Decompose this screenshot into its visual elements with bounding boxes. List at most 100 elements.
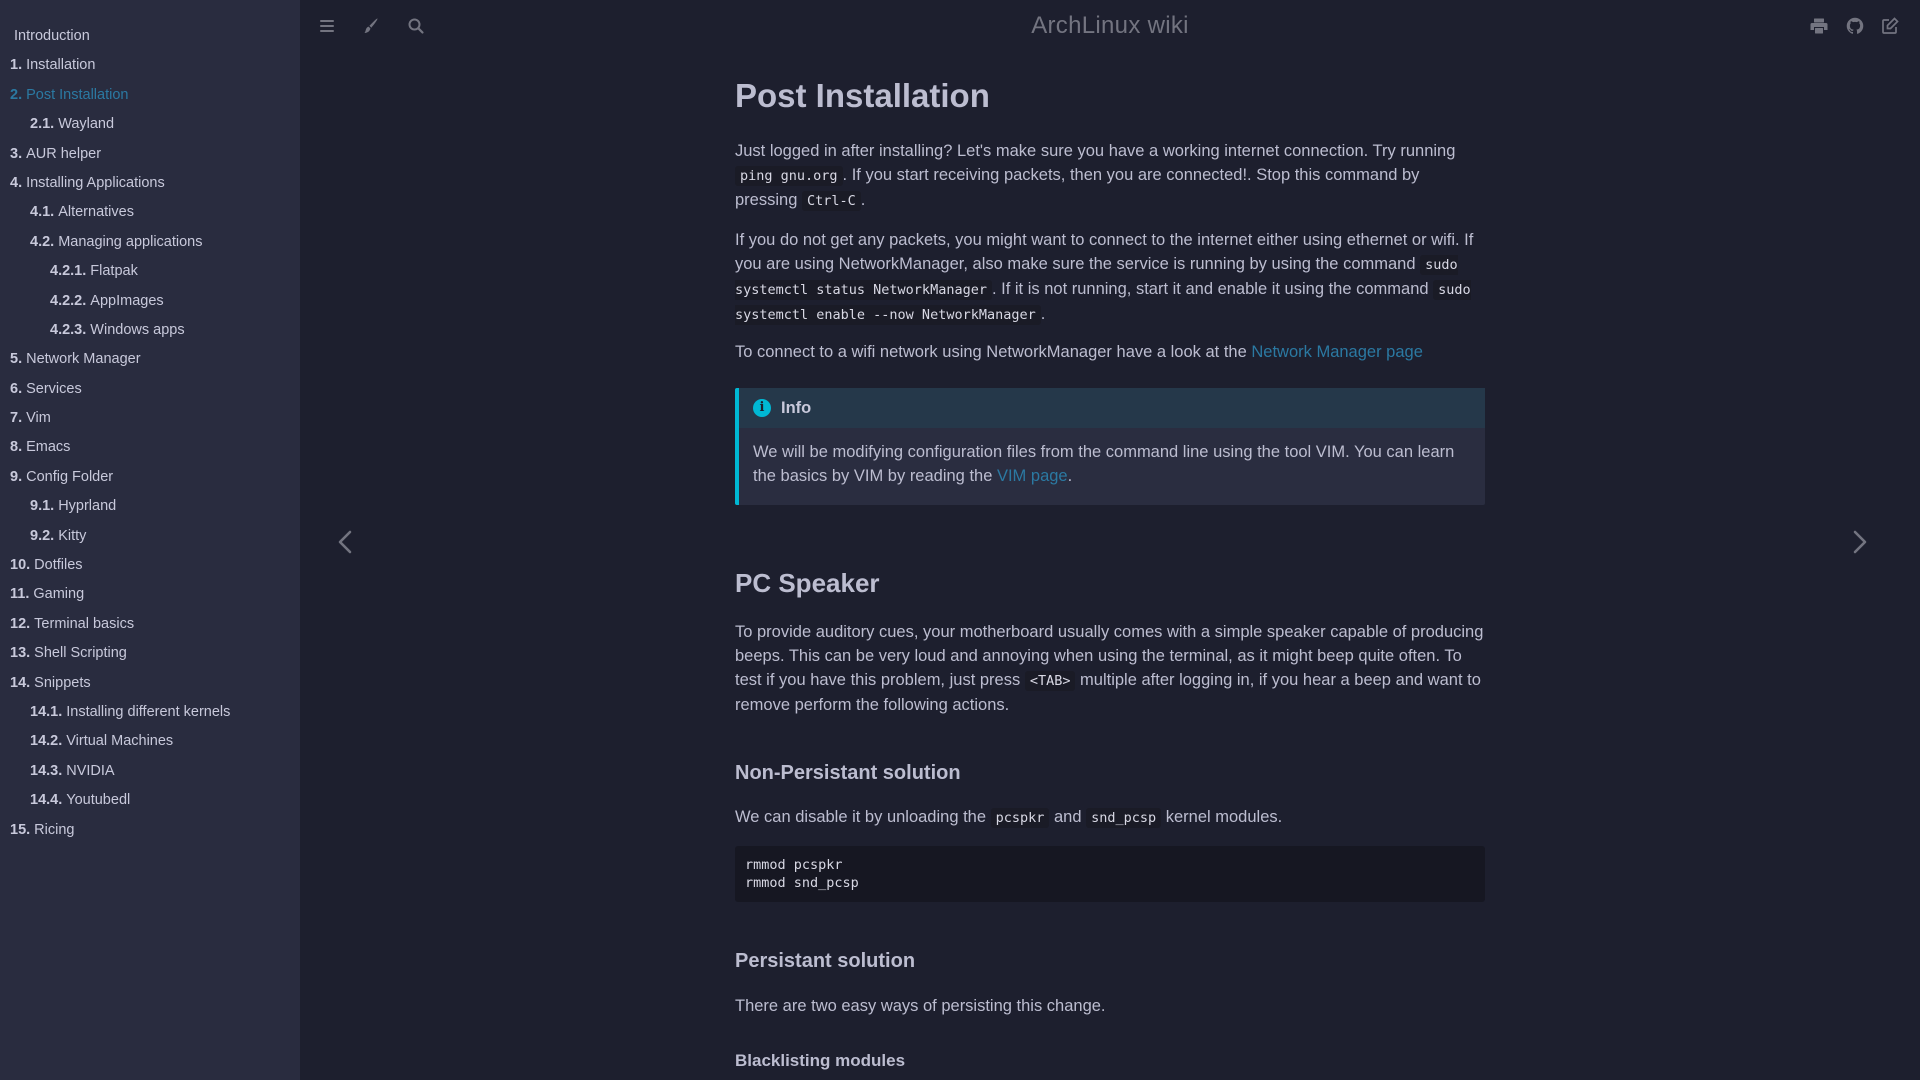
info-icon: i [753, 399, 771, 417]
sidebar-item-label: Installing Applications [26, 174, 165, 191]
info-admonition: i Info We will be modifying configuratio… [735, 388, 1485, 505]
sidebar-item[interactable]: 10. Dotfiles [0, 551, 300, 580]
sidebar-item-number: 4. [10, 174, 23, 191]
sidebar-item-label: Services [26, 380, 82, 397]
text: and [1049, 808, 1087, 826]
sidebar-item[interactable]: 4.2. Managing applications [0, 228, 300, 257]
text: . [860, 191, 866, 209]
network-manager-link[interactable]: Network Manager page [1251, 343, 1423, 361]
sidebar-item-number: 4.2. [30, 233, 55, 250]
sidebar-item-number: 14.1. [30, 703, 63, 720]
sidebar-item-number: 5. [10, 351, 23, 368]
github-icon[interactable] [1845, 16, 1865, 36]
sidebar-item-number: 9.2. [30, 527, 55, 544]
sidebar-item-label: Ricing [34, 821, 75, 838]
sidebar-item[interactable]: Introduction [0, 22, 300, 51]
sidebar-item-label: Network Manager [26, 351, 141, 368]
print-icon[interactable] [1809, 16, 1829, 36]
sidebar-item[interactable]: 6. Services [0, 375, 300, 404]
sidebar-item-number: 2. [10, 86, 23, 103]
sidebar-item[interactable]: 12. Terminal basics [0, 610, 300, 639]
sidebar-item[interactable]: 14.2. Virtual Machines [0, 727, 300, 756]
sidebar-item-label: NVIDIA [66, 762, 115, 779]
sidebar-item[interactable]: 9.2. Kitty [0, 522, 300, 551]
sidebar-item[interactable]: 14. Snippets [0, 669, 300, 698]
sidebar-item-label: Snippets [34, 674, 91, 691]
paragraph-pc-speaker: To provide auditory cues, your motherboa… [735, 620, 1485, 717]
sidebar-item-label: Introduction [14, 28, 90, 44]
sidebar-item-number: 14.3. [30, 762, 63, 779]
admonition-body: We will be modifying configuration files… [739, 428, 1485, 488]
sidebar-item[interactable]: 4.1. Alternatives [0, 198, 300, 227]
sidebar-item[interactable]: 9.1. Hyprland [0, 492, 300, 521]
sidebar-item-label: Hyprland [58, 498, 117, 515]
paragraph-intro: Just logged in after installing? Let's m… [735, 139, 1485, 213]
text: To connect to a wifi network using Netwo… [735, 343, 1252, 361]
sidebar-item[interactable]: 2.1. Wayland [0, 110, 300, 139]
sidebar-item-label: Flatpak [90, 263, 138, 280]
sidebar-item-label: Gaming [33, 586, 85, 603]
next-chapter-icon[interactable] [1844, 520, 1874, 564]
text: Just logged in after installing? Let's m… [735, 142, 1456, 160]
sidebar-item-number: 15. [10, 821, 31, 838]
sidebar-item[interactable]: 15. Ricing [0, 816, 300, 845]
sidebar-item-label: Emacs [26, 439, 71, 456]
vim-page-link[interactable]: VIM page [997, 467, 1068, 485]
sidebar-item[interactable]: 3. AUR helper [0, 140, 300, 169]
sidebar-item-number: 4.2.2. [50, 292, 87, 309]
heading-non-persistant: Non-Persistant solution [735, 762, 961, 784]
sidebar-item[interactable]: 2. Post Installation [0, 81, 300, 110]
heading-persistant: Persistant solution [735, 950, 916, 972]
sidebar-item-label: Managing applications [58, 233, 203, 250]
inline-code: pcspkr [990, 808, 1050, 828]
paragraph-unload: We can disable it by unloading the pcspk… [735, 805, 1485, 830]
heading-pc-speaker: PC Speaker [735, 568, 880, 598]
sidebar-item[interactable]: 5. Network Manager [0, 345, 300, 374]
text: We can disable it by unloading the [735, 808, 991, 826]
text: We will be modifying configuration files… [753, 443, 1455, 485]
inline-code: snd_pcsp [1086, 808, 1162, 828]
sidebar-item[interactable]: 1. Installation [0, 51, 300, 80]
text: kernel modules. [1161, 808, 1283, 826]
sidebar-item[interactable]: 4.2.3. Windows apps [0, 316, 300, 345]
sidebar-item-number: 4.2.1. [50, 263, 87, 280]
sidebar-item[interactable]: 13. Shell Scripting [0, 639, 300, 668]
sidebar-item-number: 1. [10, 57, 23, 74]
sidebar-item[interactable]: 4.2.2. AppImages [0, 287, 300, 316]
menu-bar: ArchLinux wiki [300, 0, 1920, 52]
sidebar-item-label: Installing different kernels [66, 703, 231, 720]
sidebar-item[interactable]: 8. Emacs [0, 433, 300, 462]
sidebar-item-number: 11. [10, 586, 30, 603]
sidebar-item-number: 14.2. [30, 733, 63, 750]
heading-blacklisting: Blacklisting modules [735, 1051, 906, 1070]
paragraph-wifi: To connect to a wifi network using Netwo… [735, 340, 1485, 364]
sidebar-item-label: Vim [26, 410, 51, 427]
sidebar-item[interactable]: 14.4. Youtubedl [0, 786, 300, 815]
sidebar-item-number: 2.1. [30, 116, 55, 133]
sidebar-item-label: Dotfiles [34, 557, 83, 574]
sidebar-item-number: 12. [10, 615, 31, 632]
sidebar-item[interactable]: 11. Gaming [0, 580, 300, 609]
sidebar-item-number: 13. [10, 645, 31, 662]
sidebar-item[interactable]: 14.3. NVIDIA [0, 757, 300, 786]
sidebar-item[interactable]: 4. Installing Applications [0, 169, 300, 198]
code-block[interactable]: rmmod pcspkr rmmod snd_pcsp [735, 846, 1485, 902]
sidebar-item[interactable]: 7. Vim [0, 404, 300, 433]
sidebar-item[interactable]: 9. Config Folder [0, 463, 300, 492]
sidebar-item-label: Windows apps [90, 321, 185, 338]
sidebar-item-label: Shell Scripting [34, 645, 127, 662]
edit-icon[interactable] [1880, 16, 1900, 36]
sidebar-item-number: 14.4. [30, 792, 63, 809]
book-title: ArchLinux wiki [1031, 12, 1189, 39]
page-title: Post Installation [735, 77, 990, 114]
sidebar-item-label: AppImages [90, 292, 164, 309]
sidebar-item-number: 4.2.3. [50, 321, 87, 338]
text: . [1067, 467, 1073, 485]
inline-code: ping gnu.org [735, 166, 843, 186]
sidebar-item-label: Installation [26, 57, 96, 74]
text: . If it is not running, start it and ena… [991, 280, 1434, 298]
previous-chapter-icon[interactable] [331, 520, 361, 564]
sidebar-item[interactable]: 14.1. Installing different kernels [0, 698, 300, 727]
sidebar-item[interactable]: 4.2.1. Flatpak [0, 257, 300, 286]
sidebar-item-label: AUR helper [26, 145, 102, 162]
